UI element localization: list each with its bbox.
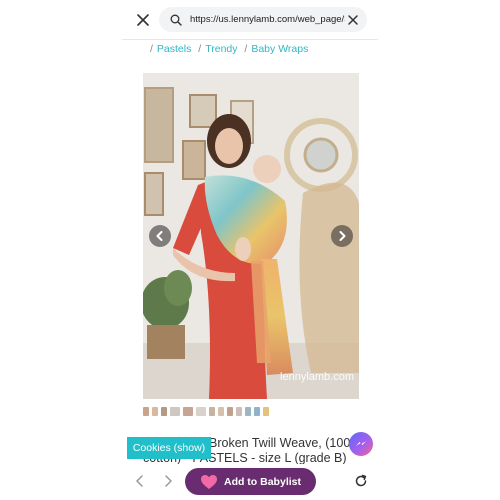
thumbnail-strip xyxy=(143,407,269,416)
image-watermark: lennylamb.com xyxy=(280,371,354,383)
browser-top-bar: https://us.lennylamb.com/web_page/3 xyxy=(122,0,378,40)
breadcrumb-pastels[interactable]: Pastels xyxy=(157,43,191,55)
breadcrumb-separator: / xyxy=(198,43,202,55)
chevron-left-icon xyxy=(156,231,163,241)
search-icon xyxy=(167,11,185,29)
thumbnail[interactable] xyxy=(183,407,193,416)
thumbnail[interactable] xyxy=(263,407,269,416)
thumbnail[interactable] xyxy=(209,407,215,416)
address-bar[interactable]: https://us.lennylamb.com/web_page/3 xyxy=(159,7,367,32)
thumbnail[interactable] xyxy=(245,407,251,416)
breadcrumb-baby-wraps[interactable]: Baby Wraps xyxy=(251,43,308,55)
breadcrumb-separator: / xyxy=(244,43,248,55)
thumbnail[interactable] xyxy=(236,407,242,416)
messenger-icon[interactable] xyxy=(349,432,373,456)
reload-icon[interactable] xyxy=(353,473,369,489)
prev-image-arrow[interactable] xyxy=(149,225,171,247)
url-text: https://us.lennylamb.com/web_page/3 xyxy=(190,14,345,25)
babylist-label: Add to Babylist xyxy=(223,475,301,488)
thumbnail[interactable] xyxy=(254,407,260,416)
chevron-right-icon xyxy=(339,231,346,241)
thumbnail[interactable] xyxy=(227,407,233,416)
add-to-babylist-button[interactable]: Add to Babylist xyxy=(185,468,316,495)
forward-icon[interactable] xyxy=(160,473,176,489)
clear-icon[interactable] xyxy=(346,13,359,26)
cookies-button[interactable]: Cookies (show) xyxy=(127,437,211,459)
thumbnail[interactable] xyxy=(161,407,167,416)
thumbnail[interactable] xyxy=(143,407,149,416)
breadcrumb-separator: / xyxy=(150,43,153,55)
product-photo[interactable]: lennylamb.com xyxy=(143,73,359,399)
thumbnail[interactable] xyxy=(152,407,158,416)
product-photo-illustration xyxy=(143,73,359,399)
next-image-arrow[interactable] xyxy=(331,225,353,247)
close-icon[interactable] xyxy=(132,9,154,31)
thumbnail[interactable] xyxy=(196,407,206,416)
browser-bottom-bar: Add to Babylist xyxy=(122,464,378,500)
heart-icon xyxy=(200,474,217,489)
breadcrumb: / Pastels / Trendy / Baby Wraps xyxy=(146,43,308,55)
back-icon[interactable] xyxy=(132,473,148,489)
thumbnail[interactable] xyxy=(170,407,180,416)
thumbnail[interactable] xyxy=(218,407,224,416)
breadcrumb-trendy[interactable]: Trendy xyxy=(205,43,237,55)
